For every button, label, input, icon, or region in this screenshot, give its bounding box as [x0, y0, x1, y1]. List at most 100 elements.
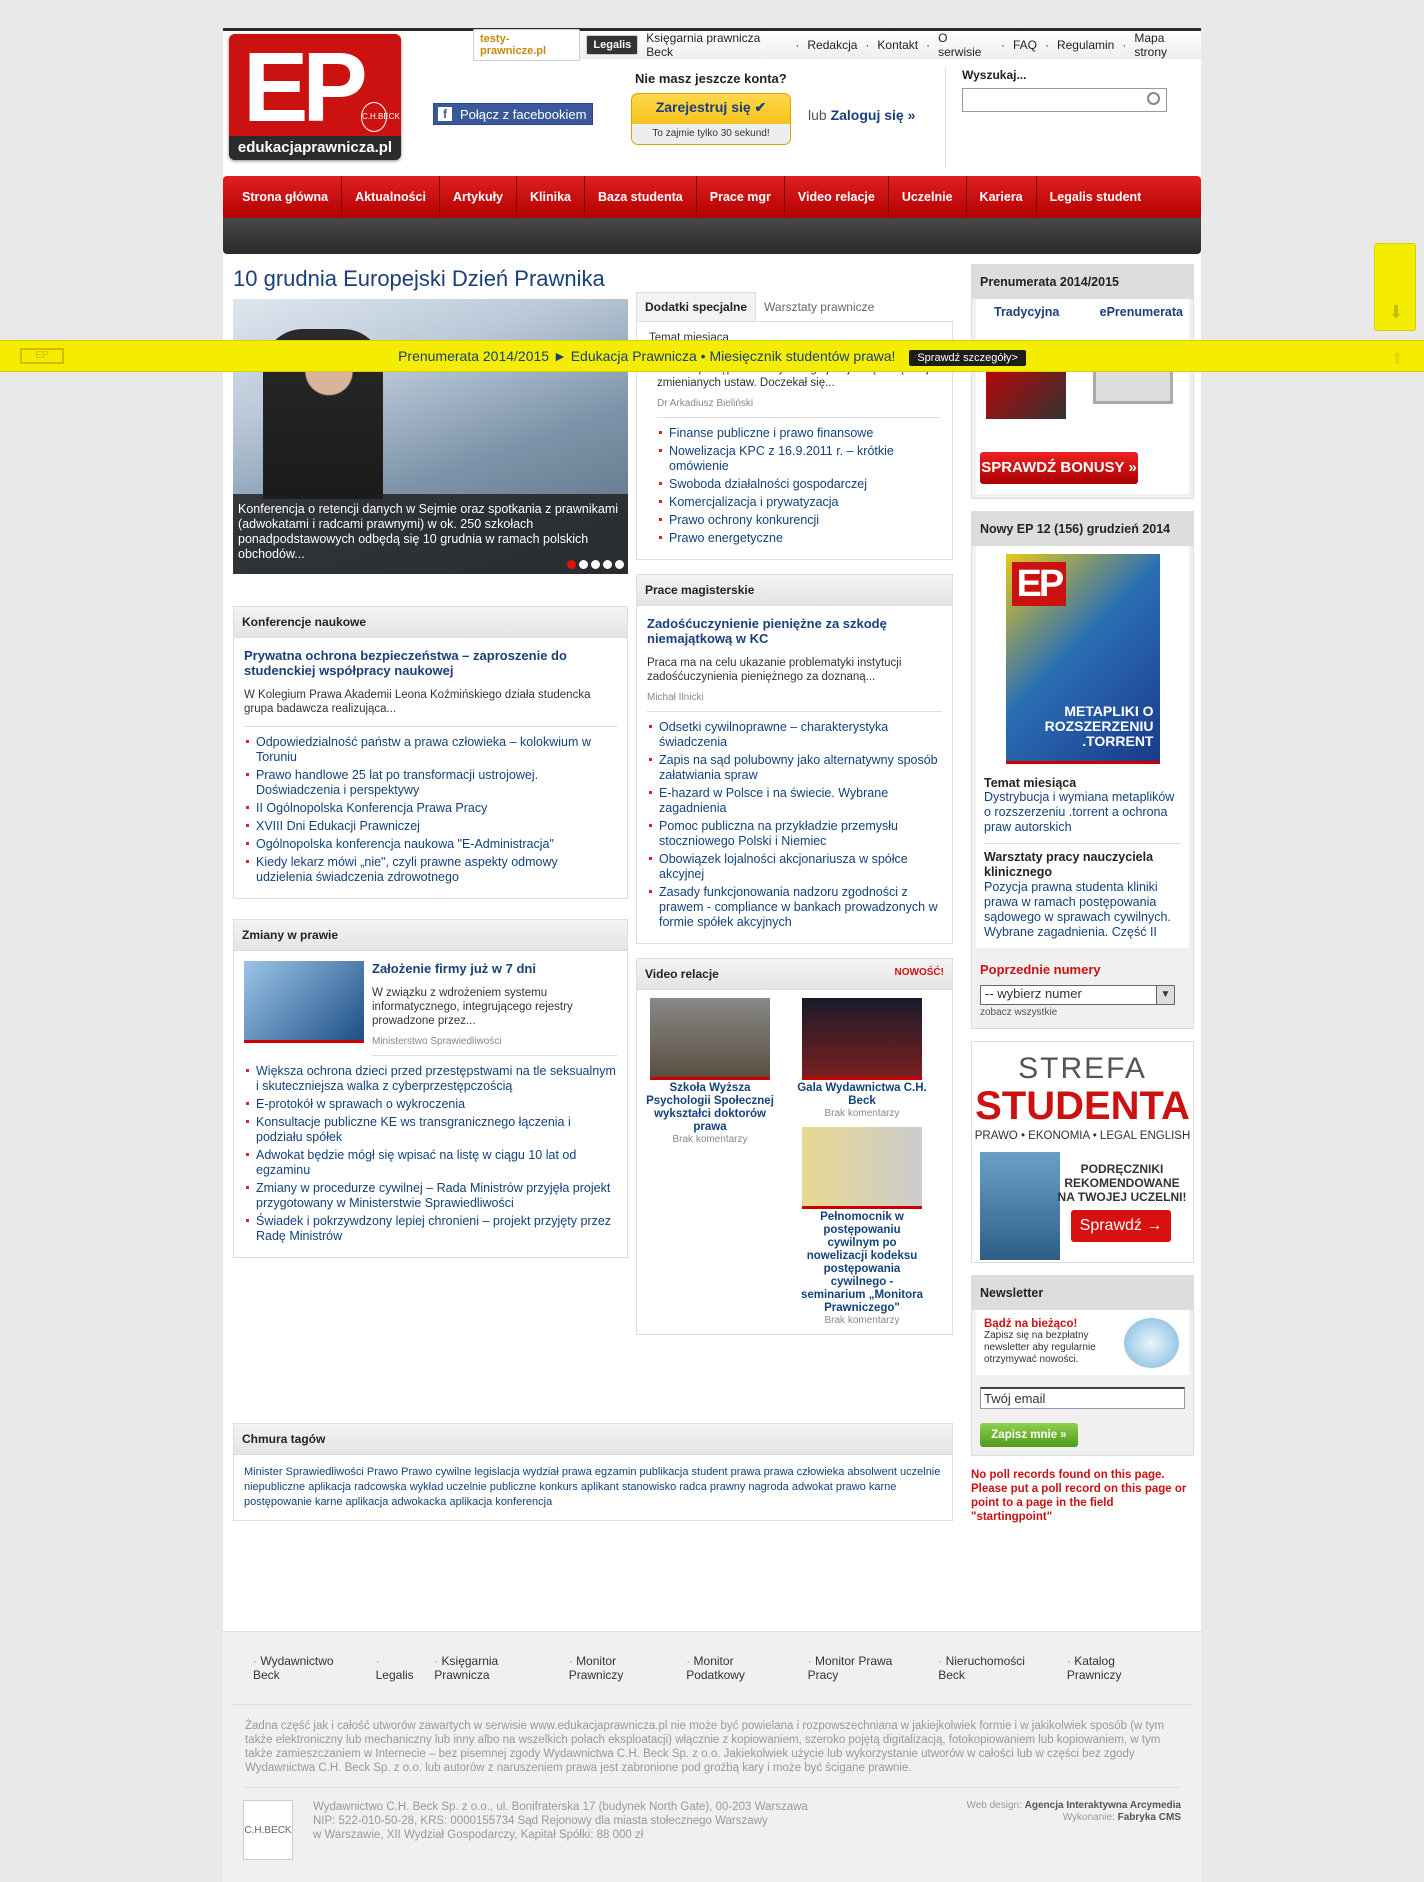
legalis-link[interactable]: Legalis	[586, 35, 639, 55]
top-link-regulamin[interactable]: Regulamin	[1055, 38, 1116, 52]
slider-dot[interactable]	[615, 560, 624, 569]
nav-baza-studenta[interactable]: Baza studenta	[585, 176, 697, 218]
search-icon[interactable]	[1147, 92, 1160, 105]
slider-dot[interactable]	[603, 560, 612, 569]
warsztaty-link[interactable]: Pozycja prawna studenta kliniki prawa w …	[984, 880, 1181, 940]
nav-strona-glowna[interactable]: Strona główna	[229, 176, 343, 218]
tag-cloud[interactable]: Minister Sprawiedliwości Prawo Prawo cyw…	[234, 1455, 952, 1520]
strefa-studenta-ad[interactable]: STREFA STUDENTA PRAWO • EKONOMIA • LEGAL…	[971, 1041, 1194, 1263]
list-item[interactable]: Prawo handlowe 25 lat po transformacji u…	[244, 768, 617, 798]
list-item[interactable]: Odsetki cywilnoprawne – charakterystyka …	[647, 720, 942, 750]
footer-link[interactable]: Legalis	[376, 1654, 421, 1682]
video-item-title[interactable]: Szkoła Wyższa Psychologii Społecznej wyk…	[645, 1082, 775, 1134]
strefa-check-button[interactable]: Sprawdź →	[1071, 1210, 1171, 1242]
video-item-title[interactable]: Gala Wydawnictwa C.H. Beck	[797, 1082, 927, 1108]
konferencje-title: Konferencje naukowe	[234, 607, 627, 638]
banner-details-button[interactable]: Sprawdź szczegóły>	[909, 350, 1026, 366]
footer-link[interactable]: Monitor Prawa Pracy	[808, 1654, 925, 1682]
newsletter-submit-button[interactable]: Zapisz mnie »	[980, 1423, 1078, 1447]
list-item[interactable]: Adwokat będzie mógł się wpisać na listę …	[244, 1148, 617, 1178]
konferencje-lead[interactable]: Prywatna ochrona bezpieczeństwa – zapros…	[244, 648, 617, 678]
video-item-title[interactable]: Pełnomocnik w postępowaniu cywilnym po n…	[797, 1211, 927, 1315]
list-item[interactable]: Większa ochrona dzieci przed przestępstw…	[244, 1064, 617, 1094]
zmiany-image[interactable]	[244, 961, 364, 1043]
prenumerata-eprenumerata[interactable]: ePrenumerata	[1100, 305, 1183, 319]
list-item[interactable]: Prawo ochrony konkurencji	[657, 513, 940, 528]
magazine-cover[interactable]: EP METAPLIKI O ROZSZERZENIU .TORRENT	[1005, 554, 1160, 764]
temat-link[interactable]: Dystrybucja i wymiana metaplików o rozsz…	[984, 790, 1181, 844]
list-item[interactable]: Swoboda działalności gospodarczej	[657, 477, 940, 492]
video-item[interactable]: Szkoła Wyższa Psychologii Społecznej wyk…	[645, 998, 775, 1326]
prenumerata-tradycyjna[interactable]: Tradycyjna	[994, 305, 1059, 319]
nav-video-relacje[interactable]: Video relacje	[785, 176, 889, 218]
top-link-faq[interactable]: FAQ	[1011, 38, 1039, 52]
video-thumbnail[interactable]	[650, 998, 770, 1080]
list-item[interactable]: II Ogólnopolska Konferencja Prawa Pracy	[244, 801, 617, 816]
side-promo-tab[interactable]: ⬇	[1374, 243, 1416, 331]
list-item[interactable]: Zasady funkcjonowania nadzoru zgodności …	[647, 885, 942, 930]
top-link-o-serwisie[interactable]: O serwisie	[936, 31, 995, 59]
top-link-mapa-strony[interactable]: Mapa strony	[1132, 31, 1201, 59]
wykonanie-link[interactable]: Fabryka CMS	[1118, 1812, 1181, 1823]
list-item[interactable]: Konsultacje publiczne KE ws transgranicz…	[244, 1115, 617, 1145]
poprzednie-select[interactable]: -- wybierz numer ▼	[980, 985, 1175, 1005]
slider-dot[interactable]	[591, 560, 600, 569]
slider-dot[interactable]	[579, 560, 588, 569]
top-link-kontakt[interactable]: Kontakt	[875, 38, 920, 52]
bonus-button[interactable]: SPRAWDŹ BONUSY »	[980, 452, 1138, 484]
video-item[interactable]: Gala Wydawnictwa C.H. Beck Brak komentar…	[797, 998, 927, 1326]
footer-link[interactable]: Wydawnictwo Beck	[253, 1654, 362, 1682]
nav-aktualnosci[interactable]: Aktualności	[342, 176, 440, 218]
video-thumbnail[interactable]	[802, 1127, 922, 1209]
nav-klinika[interactable]: Klinika	[517, 176, 586, 218]
zmiany-lead[interactable]: Założenie firmy już w 7 dni	[372, 961, 617, 976]
login-link[interactable]: lub Zaloguj się »	[808, 107, 915, 123]
nav-legalis-student[interactable]: Legalis student	[1037, 176, 1155, 218]
list-item[interactable]: Prawo energetyczne	[657, 531, 940, 546]
list-item[interactable]: Ogólnopolska konferencja naukowa "E-Admi…	[244, 837, 617, 852]
site-logo[interactable]: EP C.H.BECK edukacjaprawnicza.pl	[229, 34, 401, 160]
list-item[interactable]: E-protokół w sprawach o wykroczenia	[244, 1097, 617, 1112]
tab-warsztaty-prawnicze[interactable]: Warsztaty prawnicze	[756, 293, 883, 321]
list-item[interactable]: Świadek i pokrzywdzony lepiej chronieni …	[244, 1214, 617, 1244]
footer-link[interactable]: Nieruchomości Beck	[938, 1654, 1053, 1682]
list-item[interactable]: Zapis na sąd polubowny jako alternatywny…	[647, 753, 942, 783]
testy-prawnicze-link[interactable]: testy-prawnicze.pl	[473, 29, 581, 61]
nav-uczelnie[interactable]: Uczelnie	[889, 176, 967, 218]
poprzednie-all-link[interactable]: zobacz wszystkie	[980, 1007, 1185, 1018]
newsletter-email-input[interactable]: Twój email	[980, 1387, 1185, 1409]
featured-title[interactable]: 10 grudnia Europejski Dzień Prawnika	[233, 266, 628, 291]
list-item[interactable]: Nowelizacja KPC z 16.9.2011 r. – krótkie…	[657, 444, 940, 474]
webdesign-link[interactable]: Agencja Interaktywna Arcymedia	[1025, 1800, 1181, 1811]
beck-footer-logo[interactable]: C.H.BECK	[243, 1800, 293, 1860]
list-item[interactable]: Finanse publiczne i prawo finansowe	[657, 426, 940, 441]
register-button[interactable]: Zarejestruj się ✔ To zajmie tylko 30 sek…	[631, 93, 791, 145]
banner-text[interactable]: Prenumerata 2014/2015 ► Edukacja Prawnic…	[398, 348, 895, 364]
chevron-down-icon[interactable]: ▼	[1156, 986, 1174, 1004]
list-item[interactable]: Kiedy lekarz mówi „nie", czyli prawne as…	[244, 855, 617, 885]
nav-prace-mgr[interactable]: Prace mgr	[697, 176, 785, 218]
facebook-connect-button[interactable]: f Połącz z facebookiem	[433, 103, 593, 125]
footer-link[interactable]: Katalog Prawniczy	[1067, 1654, 1171, 1682]
nav-kariera[interactable]: Kariera	[967, 176, 1037, 218]
video-thumbnail[interactable]	[802, 998, 922, 1080]
tab-dodatki-specjalne[interactable]: Dodatki specjalne	[636, 292, 757, 321]
list-item[interactable]: Odpowiedzialność państw a prawa człowiek…	[244, 735, 617, 765]
arrow-up-icon[interactable]: ⬆	[1391, 345, 1404, 375]
footer-link[interactable]: Księgarnia Prawnicza	[434, 1654, 555, 1682]
list-item[interactable]: XVIII Dni Edukacji Prawniczej	[244, 819, 617, 834]
footer-link[interactable]: Monitor Podatkowy	[686, 1654, 793, 1682]
list-item[interactable]: Obowiązek lojalności akcjonariusza w spó…	[647, 852, 942, 882]
list-item[interactable]: E-hazard w Polsce i na świecie. Wybrane …	[647, 786, 942, 816]
prace-lead[interactable]: Zadośćuczynienie pieniężne za szkodę nie…	[647, 616, 942, 646]
nav-artykuly[interactable]: Artykuły	[440, 176, 518, 218]
slider-dot[interactable]	[567, 560, 576, 569]
footer-link[interactable]: Monitor Prawniczy	[569, 1654, 672, 1682]
list-item[interactable]: Komercjalizacja i prywatyzacja	[657, 495, 940, 510]
top-link-redakcja[interactable]: Redakcja	[805, 38, 859, 52]
list-item[interactable]: Zmiany w procedurze cywilnej – Rada Mini…	[244, 1181, 617, 1211]
list-item[interactable]: Pomoc publiczna na przykładzie przemysłu…	[647, 819, 942, 849]
search-input[interactable]	[962, 88, 1167, 112]
arrow-down-icon[interactable]: ⬇	[1387, 302, 1405, 322]
top-link-ksiegarnia[interactable]: Księgarnia prawnicza Beck	[644, 31, 789, 59]
